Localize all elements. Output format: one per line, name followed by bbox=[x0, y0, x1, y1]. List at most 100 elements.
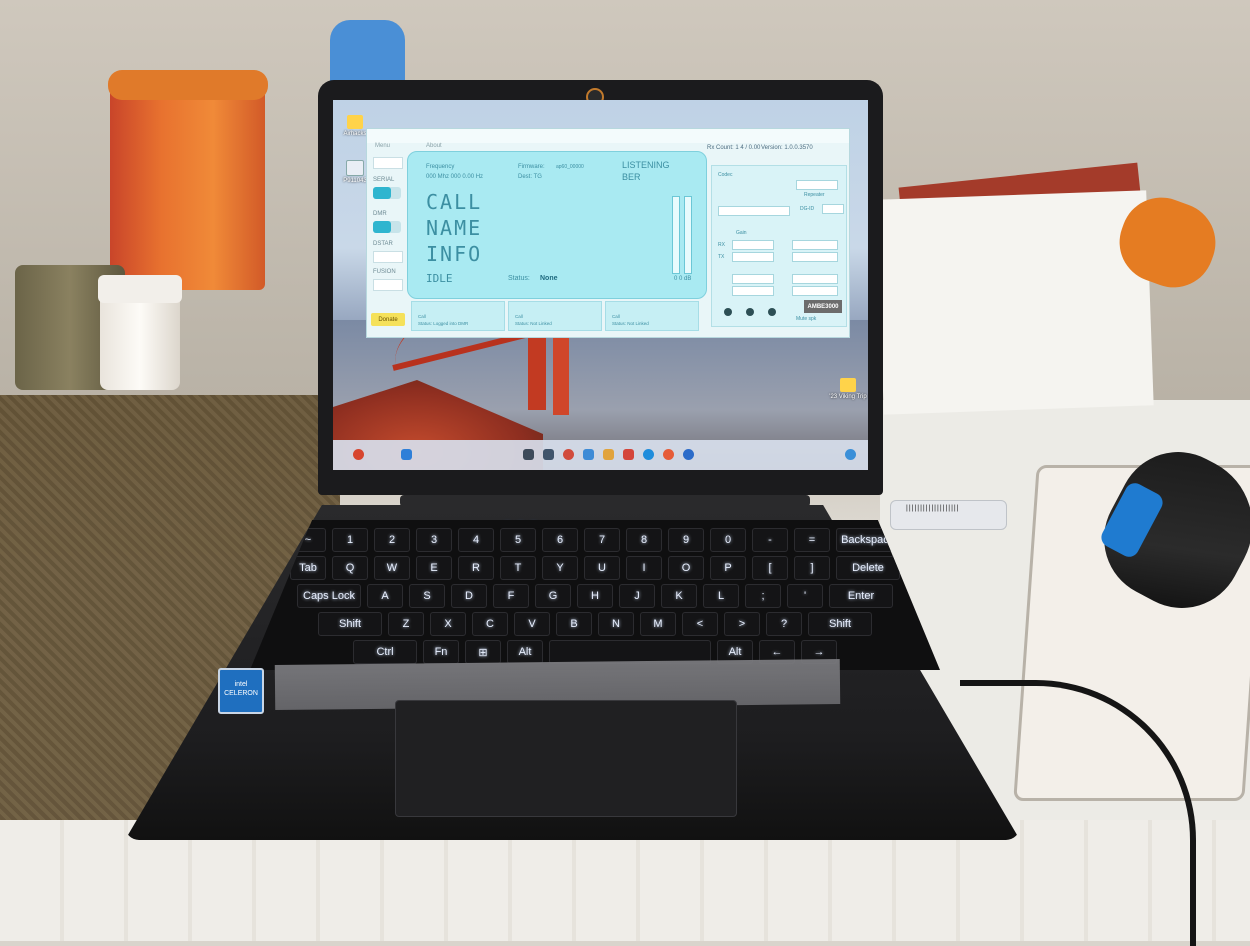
key[interactable]: > bbox=[724, 612, 760, 636]
dmr-toggle[interactable] bbox=[373, 221, 401, 233]
edge-icon[interactable] bbox=[643, 449, 654, 460]
rx-count: Rx Count: 1 4 / 0.00 bbox=[707, 145, 761, 151]
key[interactable]: Q bbox=[332, 556, 368, 580]
key[interactable]: R bbox=[458, 556, 494, 580]
desktop-icon-viking-trip[interactable]: '23 Viking Trip bbox=[828, 378, 868, 420]
key[interactable]: - bbox=[752, 528, 788, 552]
fusion-field[interactable] bbox=[373, 279, 403, 291]
key[interactable]: Caps Lock bbox=[297, 584, 361, 608]
gain-label: Gain bbox=[736, 230, 747, 236]
key[interactable]: Z bbox=[388, 612, 424, 636]
key[interactable]: P bbox=[710, 556, 746, 580]
key[interactable]: Fn bbox=[423, 640, 459, 664]
key[interactable]: B bbox=[556, 612, 592, 636]
donate-button[interactable]: Donate bbox=[371, 313, 405, 326]
key[interactable]: W bbox=[374, 556, 410, 580]
key[interactable]: [ bbox=[752, 556, 788, 580]
key[interactable]: G bbox=[535, 584, 571, 608]
key[interactable]: 8 bbox=[626, 528, 662, 552]
key[interactable]: T bbox=[500, 556, 536, 580]
task-view-icon[interactable] bbox=[543, 449, 554, 460]
key[interactable]: ] bbox=[794, 556, 830, 580]
dmr-client-window[interactable]: Menu About Rx Count: 1 4 / 0.00 Version:… bbox=[366, 128, 850, 338]
key[interactable]: C bbox=[472, 612, 508, 636]
key[interactable]: Y bbox=[542, 556, 578, 580]
idle-status: IDLE bbox=[426, 272, 453, 285]
speaker-icon[interactable] bbox=[746, 308, 754, 316]
key[interactable]: X bbox=[430, 612, 466, 636]
key[interactable]: 1 bbox=[332, 528, 368, 552]
extra-field-1[interactable] bbox=[732, 274, 774, 284]
key[interactable]: J bbox=[619, 584, 655, 608]
tx-gain-field[interactable] bbox=[732, 252, 774, 262]
key[interactable]: M bbox=[640, 612, 676, 636]
key[interactable]: O bbox=[668, 556, 704, 580]
mic-icon[interactable] bbox=[724, 308, 732, 316]
chrome-icon[interactable] bbox=[563, 449, 574, 460]
key[interactable]: U bbox=[584, 556, 620, 580]
key[interactable]: Shift bbox=[808, 612, 872, 636]
key[interactable]: Alt bbox=[507, 640, 543, 664]
key[interactable]: 6 bbox=[542, 528, 578, 552]
pill-bottle-cap bbox=[98, 275, 182, 303]
key[interactable]: A bbox=[367, 584, 403, 608]
firefox-icon[interactable] bbox=[663, 449, 674, 460]
key[interactable]: S bbox=[409, 584, 445, 608]
key[interactable]: Ctrl bbox=[353, 640, 417, 664]
tx-gain-field-2[interactable] bbox=[792, 252, 838, 262]
ambe-button[interactable]: AMBE3000 bbox=[804, 300, 842, 313]
key[interactable]: H bbox=[577, 584, 613, 608]
key[interactable]: I bbox=[626, 556, 662, 580]
mail-icon[interactable] bbox=[583, 449, 594, 460]
extra-field-2[interactable] bbox=[792, 274, 838, 284]
key[interactable]: ? bbox=[766, 612, 802, 636]
key[interactable]: 0 bbox=[710, 528, 746, 552]
menu-item-menu[interactable]: Menu bbox=[375, 143, 390, 153]
notification-icon[interactable] bbox=[845, 449, 856, 460]
key[interactable]: Enter bbox=[829, 584, 893, 608]
key[interactable]: K bbox=[661, 584, 697, 608]
dgid-field[interactable] bbox=[822, 204, 844, 214]
key[interactable]: V bbox=[514, 612, 550, 636]
repeater-select[interactable] bbox=[718, 206, 790, 216]
key[interactable]: E bbox=[416, 556, 452, 580]
window-titlebar[interactable] bbox=[367, 129, 849, 143]
key[interactable]: 9 bbox=[668, 528, 704, 552]
key[interactable]: L bbox=[703, 584, 739, 608]
slot-status: Status: Logged into DMR bbox=[418, 321, 469, 326]
codec-field[interactable] bbox=[796, 180, 838, 190]
key[interactable]: ; bbox=[745, 584, 781, 608]
key[interactable]: Shift bbox=[318, 612, 382, 636]
key[interactable]: < bbox=[682, 612, 718, 636]
rx-gain-field[interactable] bbox=[732, 240, 774, 250]
app-icon-2[interactable] bbox=[683, 449, 694, 460]
key[interactable]: 3 bbox=[416, 528, 452, 552]
callsign-field[interactable] bbox=[373, 157, 403, 169]
key[interactable]: 7 bbox=[584, 528, 620, 552]
key[interactable]: F bbox=[493, 584, 529, 608]
key[interactable]: D bbox=[451, 584, 487, 608]
extra-field-3[interactable] bbox=[732, 286, 774, 296]
serial-toggle[interactable] bbox=[373, 187, 401, 199]
dstar-field[interactable] bbox=[373, 251, 403, 263]
key[interactable]: 2 bbox=[374, 528, 410, 552]
start-icon[interactable] bbox=[401, 449, 412, 460]
key[interactable]: ⊞ bbox=[465, 640, 501, 664]
keyboard[interactable]: ~1 2 3 4 5 6 7 8 9 0- = Backspace Tab Q W E R T Y U I O P[] De… bbox=[250, 520, 940, 670]
key[interactable]: N bbox=[598, 612, 634, 636]
key[interactable]: Delete bbox=[836, 556, 900, 580]
rx-gain-field-2[interactable] bbox=[792, 240, 838, 250]
search-icon[interactable] bbox=[523, 449, 534, 460]
intel-celeron-sticker: intel CELERON bbox=[218, 668, 264, 714]
key[interactable]: 5 bbox=[500, 528, 536, 552]
app-icon[interactable] bbox=[623, 449, 634, 460]
weather-icon[interactable] bbox=[353, 449, 364, 460]
record-icon[interactable] bbox=[768, 308, 776, 316]
file-explorer-icon[interactable] bbox=[603, 449, 614, 460]
slot-panel-1: Call Status: Logged into DMR bbox=[411, 301, 505, 331]
key[interactable]: ' bbox=[787, 584, 823, 608]
key[interactable]: 4 bbox=[458, 528, 494, 552]
trackpad[interactable] bbox=[395, 700, 737, 817]
key[interactable]: = bbox=[794, 528, 830, 552]
extra-field-4[interactable] bbox=[792, 286, 838, 296]
